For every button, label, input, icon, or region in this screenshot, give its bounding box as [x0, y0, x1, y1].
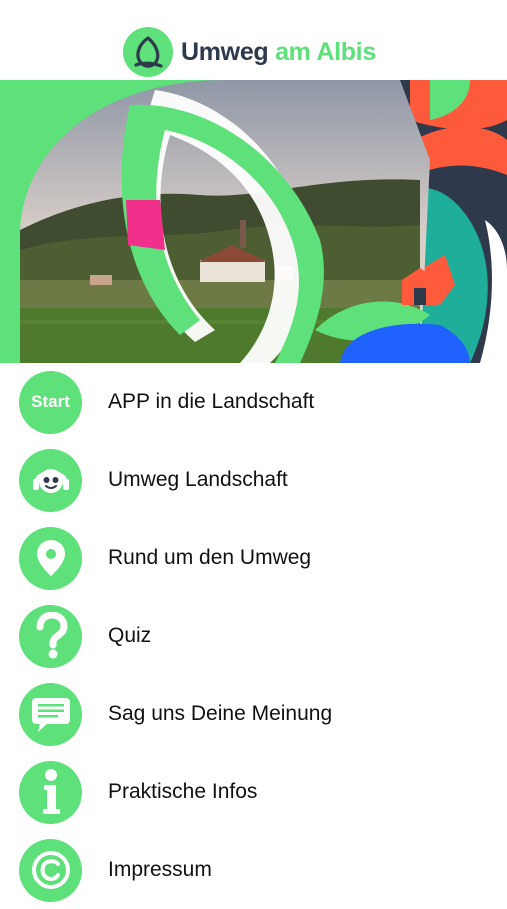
leaf-logo-icon: [123, 27, 173, 77]
headphones-face-icon: [19, 448, 82, 512]
hero-image: [0, 80, 507, 363]
menu-item-label: Quiz: [108, 624, 152, 647]
chat-bubble-icon: [19, 682, 82, 746]
app-logo[interactable]: Umweg am Albis: [123, 27, 376, 77]
menu-item-quiz[interactable]: Quiz: [0, 597, 507, 675]
copyright-icon: [19, 838, 82, 902]
menu-item-label: Sag uns Deine Meinung: [108, 702, 333, 725]
start-icon-text: Start: [31, 392, 70, 411]
map-pin-icon: [19, 526, 82, 590]
logo-wordmark: Umweg am Albis: [181, 38, 376, 67]
menu-item-rund-um-den-umweg[interactable]: Rund um den Umweg: [0, 519, 507, 597]
menu-item-label: Umweg Landschaft: [108, 468, 288, 491]
menu-item-label: APP in die Landschaft: [108, 390, 315, 413]
menu-item-label: Praktische Infos: [108, 780, 258, 803]
menu-item-impressum[interactable]: Impressum: [0, 831, 507, 909]
menu-item-label: Impressum: [108, 858, 212, 881]
info-icon: [19, 760, 82, 824]
menu-item-sag-uns-deine-meinung[interactable]: Sag uns Deine Meinung: [0, 675, 507, 753]
menu-item-label: Rund um den Umweg: [108, 546, 312, 569]
logo-word-umweg: Umweg: [181, 37, 269, 66]
logo-word-am-albis: am Albis: [275, 37, 376, 66]
start-icon: Start: [19, 370, 82, 434]
app-header: Umweg am Albis: [0, 0, 507, 81]
menu-item-app-in-die-landschaft[interactable]: Start APP in die Landschaft: [0, 363, 507, 441]
question-mark-icon: [19, 604, 82, 668]
menu-item-umweg-landschaft[interactable]: Umweg Landschaft: [0, 441, 507, 519]
menu-item-praktische-infos[interactable]: Praktische Infos: [0, 753, 507, 831]
